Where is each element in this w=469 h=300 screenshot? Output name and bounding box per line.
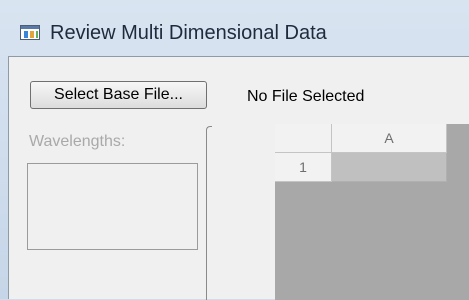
column-header-a[interactable]: A [332, 124, 447, 153]
wavelengths-list[interactable] [27, 163, 198, 250]
wavelengths-label: Wavelengths: [29, 133, 126, 150]
main-window: Review Multi Dimensional Data Select Bas… [0, 0, 469, 300]
data-window-icon [20, 25, 40, 40]
grid-corner-cell[interactable] [275, 124, 332, 153]
row-header-1[interactable]: 1 [275, 153, 332, 182]
grid-cell-a1[interactable] [332, 153, 447, 182]
select-base-file-button[interactable]: Select Base File... [30, 81, 207, 109]
window-client-area: Select Base File... No File Selected Wav… [8, 56, 469, 300]
title-bar[interactable]: Review Multi Dimensional Data [0, 0, 469, 56]
file-status-label: No File Selected [247, 88, 365, 105]
data-grid[interactable]: A 1 [275, 124, 469, 300]
window-title: Review Multi Dimensional Data [50, 22, 327, 44]
group-divider [206, 126, 212, 300]
